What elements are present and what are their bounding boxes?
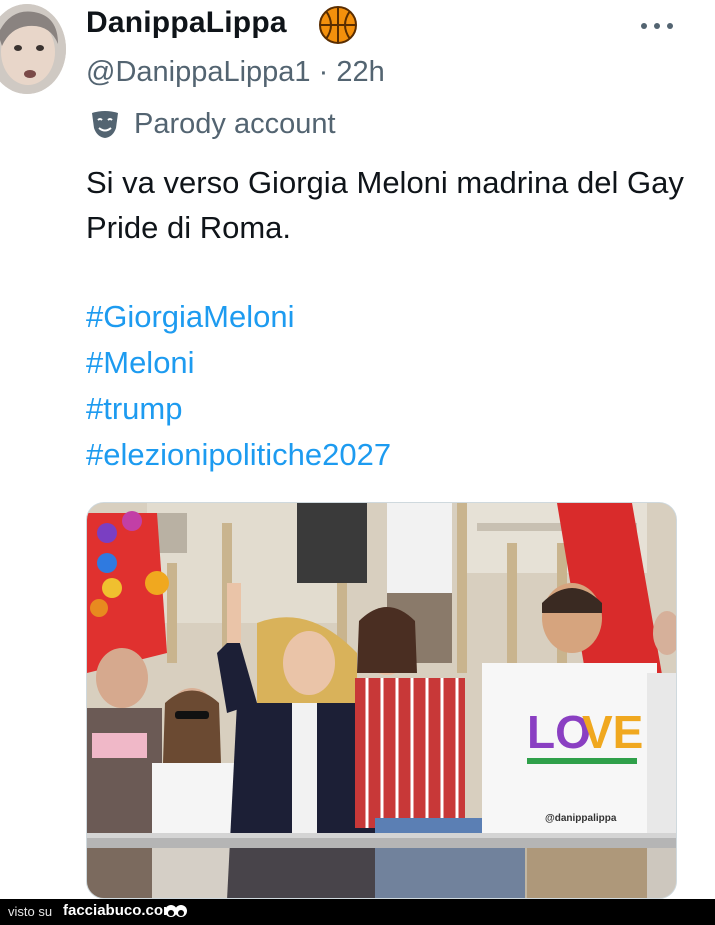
display-name[interactable]: DanippaLippa <box>86 6 287 40</box>
eyes-icon <box>165 905 187 917</box>
parody-text: Parody account <box>134 108 336 140</box>
handle-row: @DanippaLippa1 · 22h <box>86 56 385 89</box>
hashtag-link[interactable]: #elezionipolitiche2027 <box>86 432 391 478</box>
footer-site-logo[interactable]: facciabuco.com <box>63 902 176 919</box>
more-options-icon[interactable] <box>637 20 677 32</box>
timestamp[interactable]: 22h <box>336 56 384 88</box>
hashtag-list: #GiorgiaMeloni #Meloni #trump #elezionip… <box>86 294 391 478</box>
hashtag-link[interactable]: #GiorgiaMeloni <box>86 294 391 340</box>
handle[interactable]: @DanippaLippa1 <box>86 56 311 88</box>
svg-text:@danippalippa: @danippalippa <box>545 813 617 824</box>
hashtag-link[interactable]: #trump <box>86 386 391 432</box>
svg-text:VE: VE <box>582 706 643 758</box>
separator: · <box>318 56 329 88</box>
basketball-icon <box>319 6 357 44</box>
tweet-photo[interactable]: LO VE @danippalippa <box>86 502 677 899</box>
tweet-text: Si va verso Giorgia Meloni madrina del G… <box>86 165 684 245</box>
avatar[interactable] <box>0 4 66 94</box>
theater-mask-icon <box>92 111 118 138</box>
footer-visto-su: visto su <box>8 904 53 919</box>
hashtag-link[interactable]: #Meloni <box>86 340 391 386</box>
footer-bar: visto su facciabuco.com <box>0 899 715 925</box>
